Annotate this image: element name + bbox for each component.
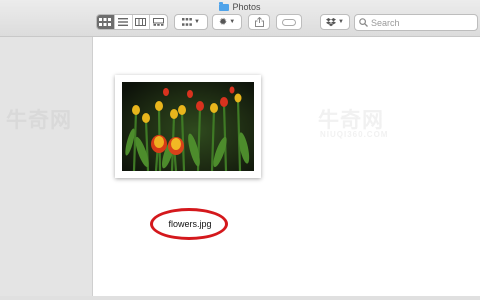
icon-view-button[interactable] [97,15,115,29]
tulip-photo [122,82,254,171]
file-thumbnail[interactable] [115,75,261,178]
action-menu-button[interactable]: ✹ ▼ [212,14,242,30]
tag-icon [282,18,296,26]
list-view-icon [118,18,129,26]
highlight-circle [150,208,228,240]
watermark-right-sub: NIUQI360.COM [320,130,389,139]
gallery-view-icon [153,18,165,26]
tag-button[interactable] [276,14,302,30]
gallery-view-button[interactable] [150,15,167,29]
window-titlebar: Photos ▼ ✹ ▼ ▼ Search [0,0,480,37]
window-bottom-edge [0,296,480,300]
watermark-left: 牛奇网 [6,109,72,132]
chevron-down-icon: ▼ [229,19,236,25]
window-title: Photos [0,1,480,13]
group-by-button[interactable]: ▼ [174,14,208,30]
share-icon [254,17,264,27]
sidebar [0,37,93,300]
search-input[interactable] [368,17,471,28]
list-view-button[interactable] [115,15,133,29]
share-button[interactable] [248,14,270,30]
dropbox-icon [326,17,337,26]
dropbox-button[interactable]: ▼ [320,14,350,30]
folder-icon [219,2,230,11]
chevron-down-icon: ▼ [194,19,200,25]
chevron-down-icon: ▼ [338,19,344,25]
gear-icon: ✹ [218,16,228,28]
search-icon [359,18,368,27]
view-mode-segmented-control[interactable] [96,14,168,30]
window-title-text: Photos [232,2,261,12]
column-view-button[interactable] [133,15,151,29]
grid-group-icon [182,18,192,26]
icon-view-icon [99,18,112,26]
column-view-icon [135,18,147,26]
search-field[interactable] [354,14,478,31]
